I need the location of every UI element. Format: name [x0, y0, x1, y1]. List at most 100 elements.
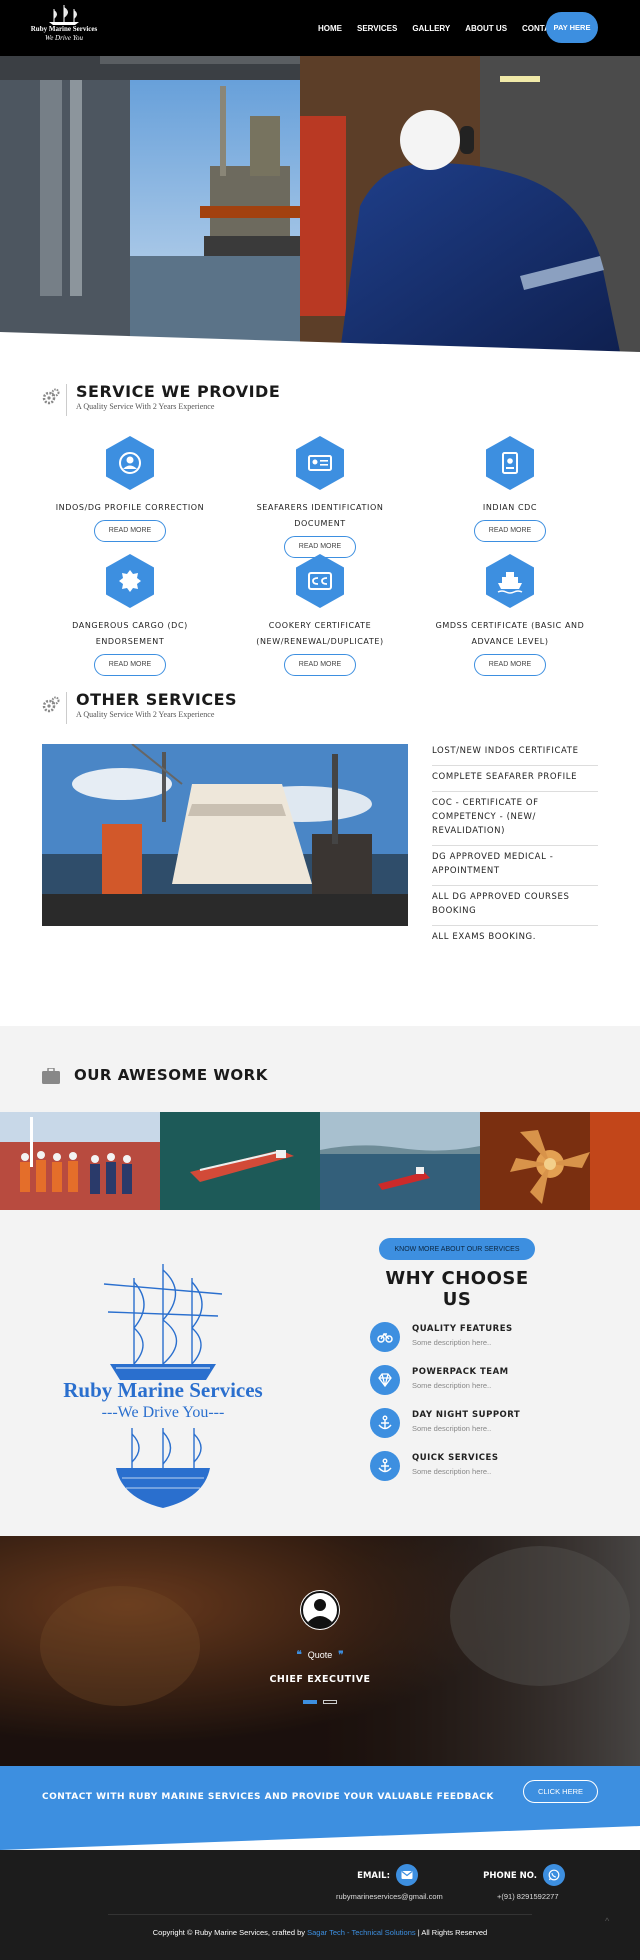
anchor-icon — [370, 1408, 400, 1438]
brand-title: Ruby Marine Services — [63, 1378, 263, 1402]
nav-gallery[interactable]: GALLERY — [412, 24, 450, 33]
footer-email: EMAIL: rubymarineservices@gmail.com — [300, 1864, 443, 1904]
credit-link[interactable]: Sagar Tech - Technical Solutions — [307, 1928, 416, 1937]
page: Ruby Marine Services We Drive You HOME S… — [0, 0, 640, 1960]
service-name: INDOS/DG PROFILE CORRECTION — [55, 503, 205, 512]
copyright: Copyright © Ruby Marine Services, crafte… — [0, 1928, 640, 1937]
list-item[interactable]: COC - CERTIFICATE OF COMPETENCY - (NEW/ … — [432, 792, 598, 846]
nav-home[interactable]: HOME — [318, 24, 342, 33]
feature-title: POWERPACK TEAM — [412, 1367, 509, 1377]
read-more-button[interactable]: READ MORE — [474, 654, 546, 676]
copyright-prefix: Copyright © Ruby Marine Services, crafte… — [152, 1928, 306, 1937]
testimonial-section: ❝ Quote ❞ CHIEF EXECUTIVE — [0, 1536, 640, 1766]
passport-icon — [486, 436, 534, 490]
email-value[interactable]: rubymarineservices@gmail.com — [336, 1892, 443, 1901]
feature-description: Some description here.. — [412, 1467, 492, 1476]
carousel-dot[interactable] — [323, 1700, 337, 1704]
service-card-cdc: INDIAN CDC READ MORE — [420, 436, 600, 542]
footer-divider — [108, 1914, 532, 1915]
diamond-icon — [370, 1365, 400, 1395]
id-card-icon — [296, 436, 344, 490]
main-nav: HOME SERVICES GALLERY ABOUT US CONTACT — [318, 0, 576, 56]
services-title: SERVICE WE PROVIDE — [76, 382, 281, 401]
back-to-top-icon[interactable]: ^ — [605, 1916, 609, 1926]
work-heading: OUR AWESOME WORK — [42, 1066, 267, 1089]
contact-band: CONTACT WITH RUBY MARINE SERVICES AND PR… — [0, 1766, 640, 1850]
feature-powerpack: POWERPACK TEAM Some description here.. — [370, 1365, 570, 1399]
briefcase-icon — [42, 1067, 60, 1084]
phone-label: PHONE NO. — [483, 1871, 537, 1881]
list-item[interactable]: LOST/NEW INDOS CERTIFICATE — [432, 740, 598, 766]
service-name: INDIAN CDC — [482, 503, 538, 512]
heading-divider — [66, 384, 67, 416]
why-choose-title: WHY CHOOSE US — [385, 1268, 529, 1310]
feature-description: Some description here.. — [412, 1338, 492, 1347]
other-services-list: LOST/NEW INDOS CERTIFICATE COMPLETE SEAF… — [432, 740, 598, 951]
gears-icon — [42, 388, 60, 405]
hero-banner — [0, 56, 640, 352]
service-card-indos: INDOS/DG PROFILE CORRECTION READ MORE — [40, 436, 220, 542]
copyright-suffix: | All Rights Reserved — [417, 1928, 488, 1937]
read-more-button[interactable]: READ MORE — [94, 654, 166, 676]
pay-here-button[interactable]: PAY HERE — [546, 12, 598, 43]
service-card-dc: DANGEROUS CARGO (DC) ENDORSEMENT READ MO… — [40, 554, 220, 676]
bicycle-icon — [370, 1322, 400, 1352]
gallery-image-tanker-aerial[interactable] — [160, 1112, 320, 1210]
know-more-button[interactable]: KNOW MORE ABOUT OUR SERVICES — [379, 1238, 535, 1260]
user-icon — [106, 436, 154, 490]
envelope-icon — [396, 1864, 418, 1886]
email-label: EMAIL: — [357, 1871, 390, 1881]
badge-icon — [106, 554, 154, 608]
site-footer: EMAIL: rubymarineservices@gmail.com PHON… — [0, 1850, 640, 1960]
brand-ship-logo: Ruby Marine Services ---We Drive You--- — [48, 1242, 278, 1532]
other-services-title: OTHER SERVICES — [76, 690, 238, 709]
shipyard-image — [42, 744, 408, 926]
ship-logo-icon — [49, 5, 79, 25]
gallery-image-propeller[interactable] — [480, 1112, 640, 1210]
read-more-button[interactable]: READ MORE — [94, 520, 166, 542]
list-item[interactable]: ALL EXAMS BOOKING. — [432, 926, 598, 951]
quote-text: Quote — [307, 1650, 333, 1660]
feature-title: DAY NIGHT SUPPORT — [412, 1410, 521, 1420]
service-name: COOKERY CERTIFICATE (NEW/RENEWAL/DUPLICA… — [256, 621, 384, 646]
carousel-dot-active[interactable] — [303, 1700, 317, 1704]
logo-tagline: We Drive You — [45, 34, 83, 42]
other-services-subtitle: A Quality Service With 2 Years Experienc… — [76, 710, 215, 719]
work-gallery — [0, 1112, 640, 1210]
read-more-button[interactable]: READ MORE — [474, 520, 546, 542]
ship-icon — [486, 554, 534, 608]
testimonial-role: CHIEF EXECUTIVE — [269, 1674, 371, 1685]
avatar — [300, 1590, 340, 1630]
list-item[interactable]: COMPLETE SEAFARER PROFILE — [432, 766, 598, 792]
feature-title: QUALITY FEATURES — [412, 1324, 513, 1334]
list-item[interactable]: ALL DG APPROVED COURSES BOOKING — [432, 886, 598, 926]
nav-services[interactable]: SERVICES — [357, 24, 397, 33]
contact-band-background — [0, 1766, 640, 1850]
feature-description: Some description here.. — [412, 1381, 492, 1390]
carousel-dots — [303, 1700, 339, 1704]
ship-hull-icon — [116, 1428, 210, 1508]
service-name: GMDSS CERTIFICATE (BASIC AND ADVANCE LEV… — [435, 621, 585, 646]
service-name: DANGEROUS CARGO (DC) ENDORSEMENT — [72, 621, 188, 646]
gears-icon — [42, 696, 60, 713]
nav-about-us[interactable]: ABOUT US — [465, 24, 507, 33]
footer-phone: PHONE NO. +(91) 8291592277 — [470, 1864, 565, 1904]
gallery-image-crew[interactable] — [0, 1112, 160, 1210]
logo-title: Ruby Marine Services — [30, 25, 98, 33]
click-here-button[interactable]: CLICK HERE — [523, 1780, 598, 1803]
services-subtitle: A Quality Service With 2 Years Experienc… — [76, 402, 215, 411]
phone-value[interactable]: +(91) 8291592277 — [497, 1892, 559, 1901]
anchor-icon — [370, 1451, 400, 1481]
site-logo[interactable]: Ruby Marine Services We Drive You — [26, 4, 102, 52]
work-title: OUR AWESOME WORK — [74, 1066, 268, 1084]
list-item[interactable]: DG APPROVED MEDICAL - APPOINTMENT — [432, 846, 598, 886]
feature-title: QUICK SERVICES — [412, 1453, 499, 1463]
gallery-image-tanker-sea[interactable] — [320, 1112, 480, 1210]
sailing-ship-icon — [103, 1264, 223, 1380]
service-card-gmdss: GMDSS CERTIFICATE (BASIC AND ADVANCE LEV… — [420, 554, 600, 676]
contact-text: CONTACT WITH RUBY MARINE SERVICES AND PR… — [42, 1792, 494, 1802]
quote-close-icon: ❞ — [338, 1650, 344, 1661]
read-more-button[interactable]: READ MORE — [284, 654, 356, 676]
testimonial-quote: ❝ Quote ❞ — [0, 1650, 640, 1661]
quote-open-icon: ❝ — [296, 1650, 302, 1661]
